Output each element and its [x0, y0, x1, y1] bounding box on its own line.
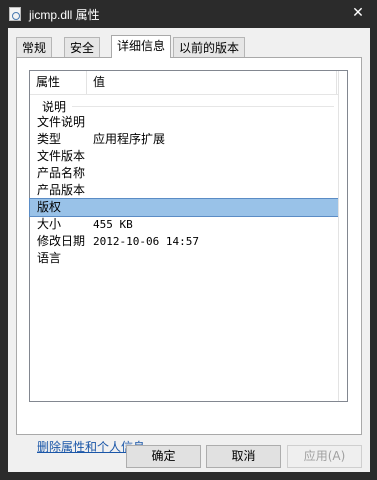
title-bar: jicmp.dll 属性 ✕: [0, 0, 377, 28]
list-item[interactable]: 修改日期 2012-10-06 14:57: [30, 233, 338, 250]
cancel-button[interactable]: 取消: [206, 445, 281, 468]
dialog-client: 常规 安全 详细信息 以前的版本 属性 值 说明 文件说明 类型 应用程序扩展 …: [8, 28, 370, 472]
property-name: 产品名称: [37, 166, 86, 180]
group-label: 说明: [42, 98, 71, 115]
property-name: 类型: [37, 132, 62, 146]
property-value: 应用程序扩展: [93, 132, 166, 146]
group-divider: [72, 106, 334, 107]
ok-button[interactable]: 确定: [126, 445, 201, 468]
list-item-selected[interactable]: 版权: [29, 198, 339, 217]
property-name: 大小: [37, 217, 62, 231]
property-value: 2012-10-06 14:57: [93, 235, 199, 248]
list-item[interactable]: 语言: [30, 250, 338, 267]
list-item[interactable]: 大小 455 KB: [30, 216, 338, 233]
close-button[interactable]: ✕: [347, 3, 369, 23]
list-header: 属性 值: [30, 71, 347, 95]
tab-previous-versions[interactable]: 以前的版本: [173, 37, 246, 57]
apply-button[interactable]: 应用(A): [287, 445, 362, 468]
list-item[interactable]: 产品版本: [30, 182, 338, 199]
list-item[interactable]: 类型 应用程序扩展: [30, 131, 338, 148]
window-title: jicmp.dll 属性: [29, 8, 100, 22]
property-name: 文件版本: [37, 149, 86, 163]
list-item[interactable]: 文件版本: [30, 148, 338, 165]
properties-list[interactable]: 属性 值 说明 文件说明 类型 应用程序扩展 文件版本 产品名称 产品版本 版权…: [29, 70, 348, 402]
property-name: 语言: [37, 251, 62, 265]
property-name: 文件说明: [37, 115, 86, 129]
tab-security[interactable]: 安全: [64, 37, 101, 57]
dll-file-icon: [9, 7, 21, 21]
property-name: 修改日期: [37, 234, 86, 248]
list-item[interactable]: 产品名称: [30, 165, 338, 182]
property-value: 455 KB: [93, 218, 133, 231]
property-name: 产品版本: [37, 183, 86, 197]
tab-details[interactable]: 详细信息: [111, 35, 172, 58]
group-description: 说明: [42, 98, 334, 115]
details-panel: 属性 值 说明 文件说明 类型 应用程序扩展 文件版本 产品名称 产品版本 版权…: [16, 57, 362, 454]
property-name: 版权: [37, 200, 62, 214]
column-header-property[interactable]: 属性: [30, 71, 87, 94]
list-item[interactable]: 文件说明: [30, 114, 338, 131]
column-header-value[interactable]: 值: [87, 71, 337, 94]
vertical-scrollbar[interactable]: [338, 71, 347, 401]
tab-general[interactable]: 常规: [16, 37, 53, 57]
